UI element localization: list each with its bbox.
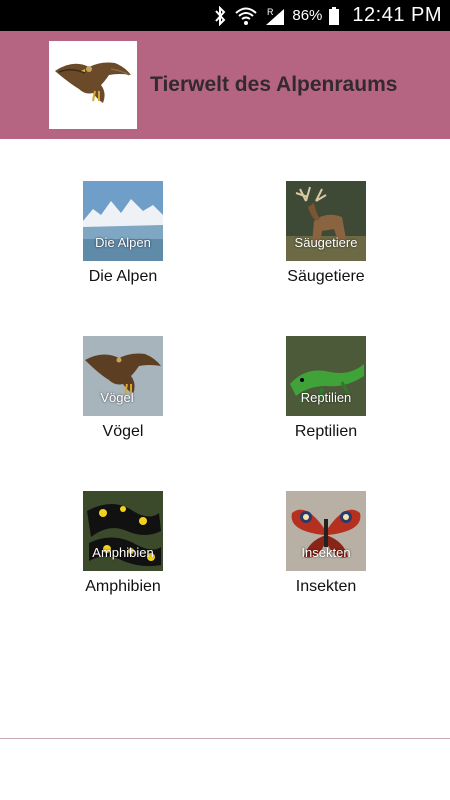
wifi-icon [234,6,258,26]
status-icons: R 86% 12:41 PM [212,0,442,31]
mountains-image: Die Alpen [83,181,163,261]
page-title: Tierwelt des Alpenraums [150,73,398,96]
eagle-icon [55,62,131,103]
category-label: Reptilien [294,423,358,440]
signal-badge: R [267,7,274,17]
thumb-label: Reptilien [300,390,352,405]
category-label: Die Alpen [88,268,158,285]
thumb-label: Säugetiere [294,235,358,250]
category-label: Säugetiere [287,268,365,285]
eagle-image: Vögel [83,336,163,416]
category-amphibien[interactable]: Amphibien Amphibien [33,491,213,621]
category-reptilien[interactable]: Reptilien Reptilien [236,336,416,466]
deer-image: Säugetiere [286,181,366,261]
salamander-image: Amphibien [83,491,163,571]
lizard-image: Reptilien [286,336,366,416]
thumb-label: Amphibien [92,545,154,560]
battery-icon [328,6,340,26]
butterfly-image: Insekten [286,491,366,571]
bottom-divider [0,738,450,739]
status-clock: 12:41 PM [352,4,442,26]
battery-percent: 86% [292,7,323,24]
thumb-label: Insekten [301,545,351,560]
category-label: Amphibien [85,578,161,595]
bluetooth-icon [212,5,228,26]
cell-signal-icon: R [264,6,286,26]
app-logo [49,41,137,129]
category-insekten[interactable]: Insekten Insekten [236,491,416,621]
category-voegel[interactable]: Vögel Vögel [33,336,213,466]
status-bar: R 86% 12:41 PM [0,0,450,31]
thumb-label: Vögel [100,390,134,405]
category-die-alpen[interactable]: Die Alpen Die Alpen [33,181,213,311]
category-saeugetiere[interactable]: Säugetiere Säugetiere [236,181,416,311]
thumb-label: Die Alpen [95,235,151,250]
app-header: Tierwelt des Alpenraums [0,31,450,139]
category-label: Insekten [295,578,357,595]
category-label: Vögel [102,423,144,440]
